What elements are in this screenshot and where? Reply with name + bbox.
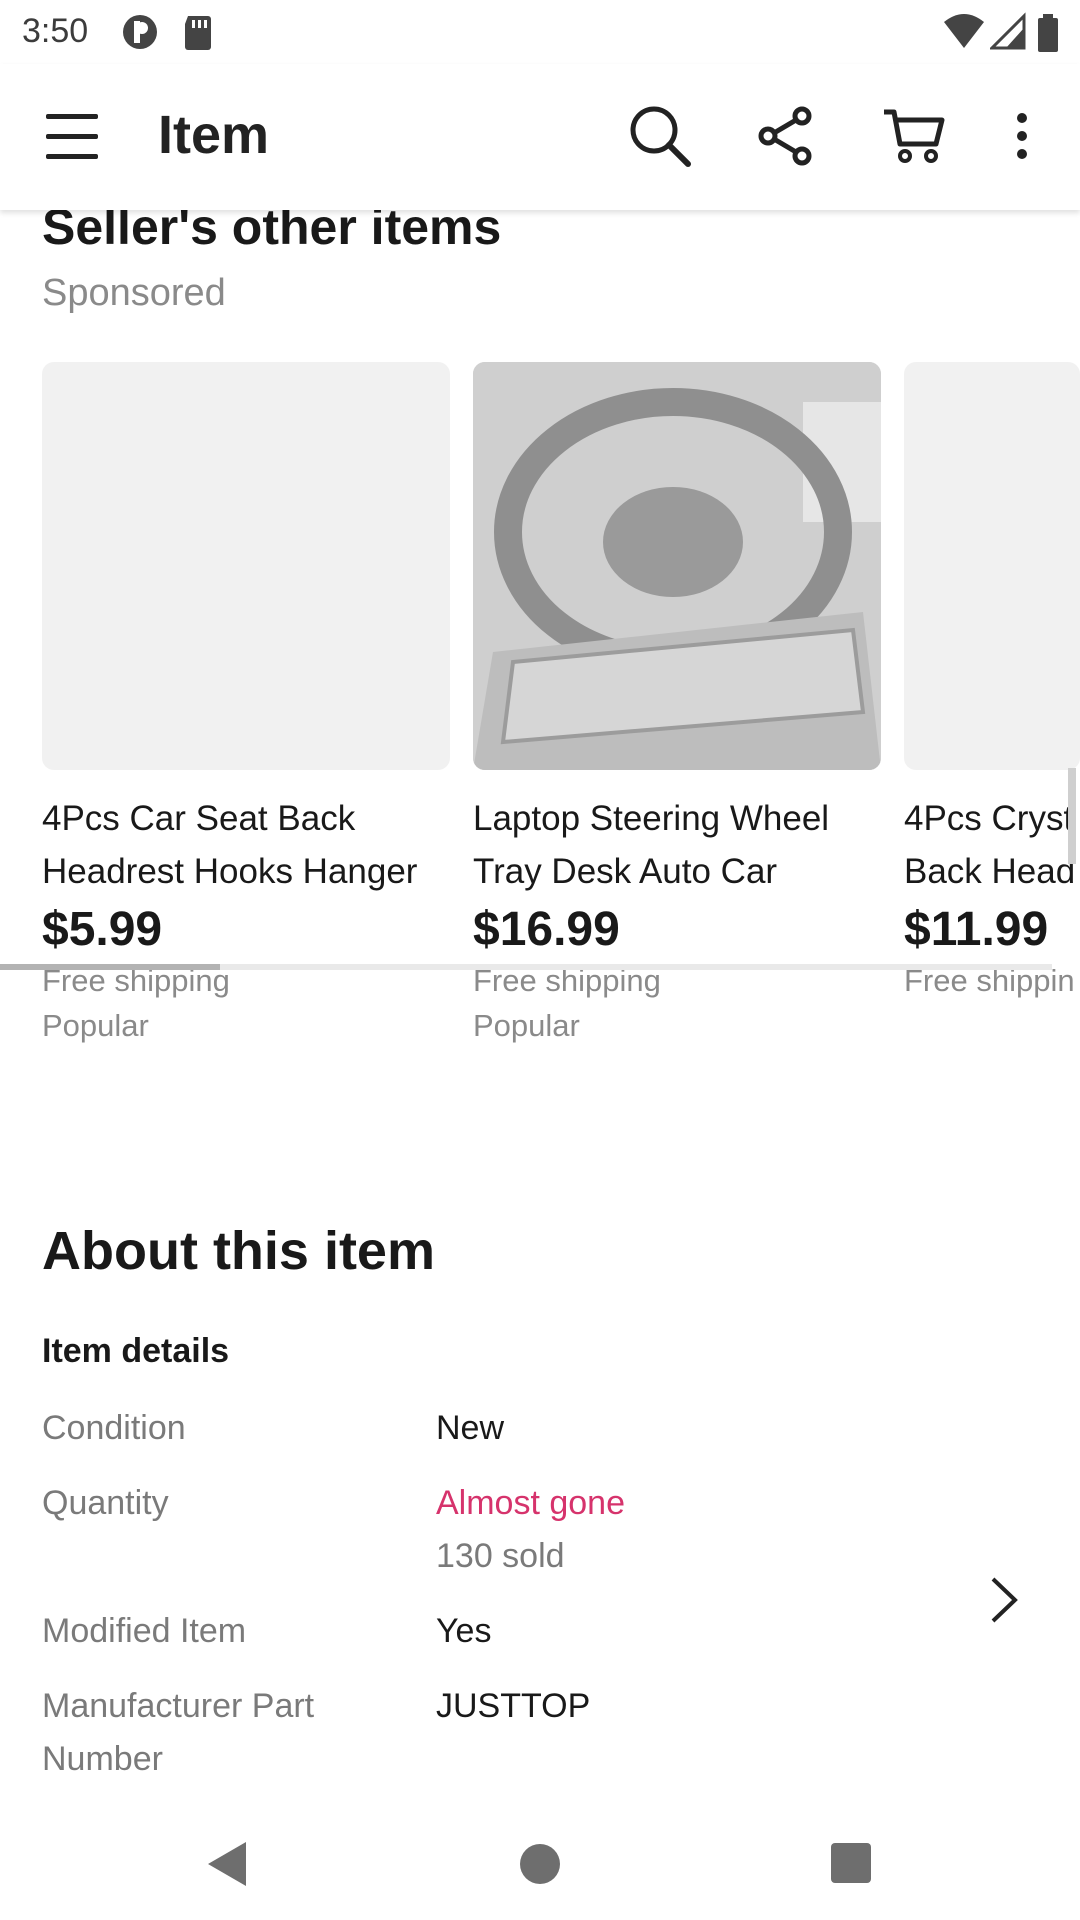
- modified-item-label: Modified Item: [42, 1612, 247, 1650]
- seller-items-carousel[interactable]: 4Pcs Car Seat Back Headrest Hooks Hanger…: [0, 362, 1080, 1043]
- popular-label: Popular: [42, 1008, 149, 1043]
- menu-icon[interactable]: [44, 110, 100, 167]
- sd-card-icon: [182, 12, 214, 57]
- cart-icon[interactable]: [882, 106, 946, 171]
- search-icon[interactable]: [628, 104, 692, 173]
- wifi-icon: [942, 12, 986, 57]
- quantity-label: Quantity: [42, 1484, 169, 1522]
- product-title: Laptop Steering Wheel: [473, 799, 830, 838]
- section-title: Seller's other items: [42, 210, 502, 255]
- recents-icon[interactable]: [830, 1842, 872, 1889]
- status-bar: 3:50: [0, 0, 1080, 64]
- condition-label: Condition: [42, 1409, 186, 1447]
- product-title: Back Head: [904, 852, 1076, 891]
- page-title: Item: [158, 105, 270, 165]
- page-scrollbar[interactable]: [1068, 768, 1076, 864]
- product-title: Headrest Hooks Hanger: [42, 852, 418, 891]
- mpn-label: Manufacturer Part: [42, 1687, 315, 1725]
- about-title: About this item: [42, 1221, 435, 1281]
- popular-label: Popular: [473, 1008, 580, 1043]
- signal-icon: [988, 12, 1026, 57]
- sponsored-label: Sponsored: [42, 272, 226, 314]
- more-options-icon[interactable]: [1014, 112, 1030, 165]
- product-image: [473, 362, 881, 770]
- product-card[interactable]: Laptop Steering Wheel Tray Desk Auto Car…: [473, 362, 881, 1047]
- modified-item-value: Yes: [436, 1612, 492, 1650]
- product-image: [904, 362, 1080, 770]
- product-title: Tray Desk Auto Car: [473, 852, 778, 891]
- product-image: [42, 362, 450, 770]
- quantity-sold: 130 sold: [436, 1537, 565, 1575]
- product-price: $11.99: [904, 903, 1049, 956]
- data-saver-icon: [120, 12, 160, 57]
- mpn-label: Number: [42, 1740, 163, 1778]
- battery-icon: [1036, 12, 1060, 59]
- product-card[interactable]: 4Pcs Car Seat Back Headrest Hooks Hanger…: [42, 362, 450, 1047]
- quantity-value: Almost gone: [436, 1484, 625, 1522]
- status-time: 3:50: [22, 12, 89, 50]
- product-title: 4Pcs Car Seat Back: [42, 799, 356, 838]
- carousel-scroll-thumb[interactable]: [0, 964, 220, 970]
- share-icon[interactable]: [756, 106, 816, 171]
- product-card[interactable]: 4Pcs Cryst Back Head $11.99 Free shippin: [904, 362, 1080, 1002]
- back-icon[interactable]: [204, 1840, 248, 1893]
- home-icon[interactable]: [518, 1842, 562, 1891]
- item-details-heading: Item details: [42, 1332, 230, 1370]
- product-price: $16.99: [473, 903, 620, 956]
- product-title: 4Pcs Cryst: [904, 799, 1074, 838]
- carousel-scrollbar[interactable]: [0, 964, 1052, 970]
- condition-value: New: [436, 1409, 505, 1447]
- chevron-right-icon[interactable]: [985, 1575, 1021, 1630]
- mpn-value: JUSTTOP: [436, 1687, 591, 1725]
- product-price: $5.99: [42, 903, 163, 956]
- system-nav-bar: [0, 1810, 1080, 1920]
- app-bar: Item: [0, 64, 1080, 210]
